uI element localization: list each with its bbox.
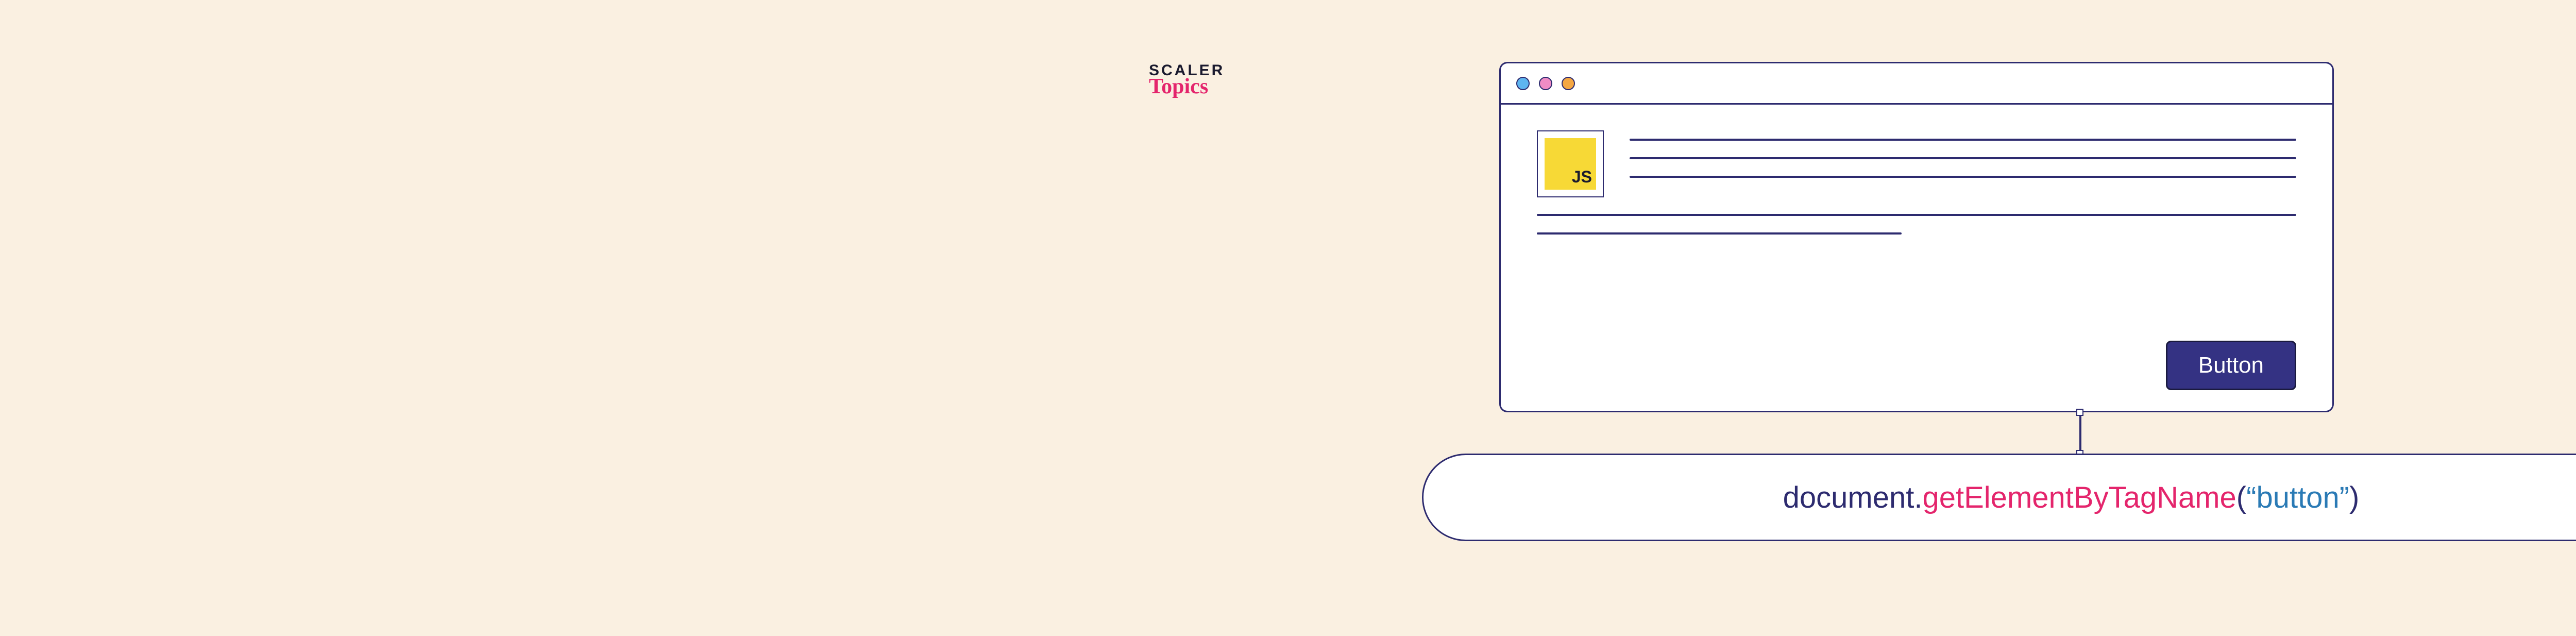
text-lines-lower: [1537, 214, 2296, 235]
scaler-topics-logo: SCALER Topics: [1149, 62, 1225, 99]
code-paren-close: ): [2349, 480, 2359, 515]
browser-window: JS Button: [1499, 62, 2334, 412]
connector-handle-top: [2076, 409, 2083, 416]
browser-titlebar: [1501, 63, 2332, 105]
code-paren-open: (: [2236, 480, 2246, 515]
traffic-light-blue: [1516, 77, 1530, 90]
text-line: [1537, 214, 2296, 216]
traffic-light-orange: [1562, 77, 1575, 90]
code-object: document: [1783, 480, 1914, 515]
browser-content: JS Button: [1501, 105, 2332, 411]
example-button[interactable]: Button: [2166, 341, 2296, 390]
text-line: [1537, 232, 1902, 235]
logo-topics-text: Topics: [1149, 74, 1208, 99]
text-line: [1630, 176, 2296, 178]
code-dot: .: [1914, 480, 1922, 515]
traffic-light-pink: [1539, 77, 1552, 90]
content-row: JS: [1537, 130, 2296, 197]
connector-line: [2079, 412, 2081, 454]
code-method: getElementByTagName: [1922, 480, 2236, 515]
text-line: [1630, 139, 2296, 141]
js-badge-text: JS: [1572, 168, 1592, 187]
code-argument: “button”: [2246, 480, 2349, 515]
code-expression: document.getElementByTagName(“button”): [1422, 454, 2576, 541]
js-badge: JS: [1537, 130, 1604, 197]
js-badge-inner: JS: [1545, 138, 1596, 190]
text-line: [1630, 157, 2296, 159]
text-lines: [1630, 130, 2296, 178]
button-label: Button: [2198, 353, 2264, 378]
